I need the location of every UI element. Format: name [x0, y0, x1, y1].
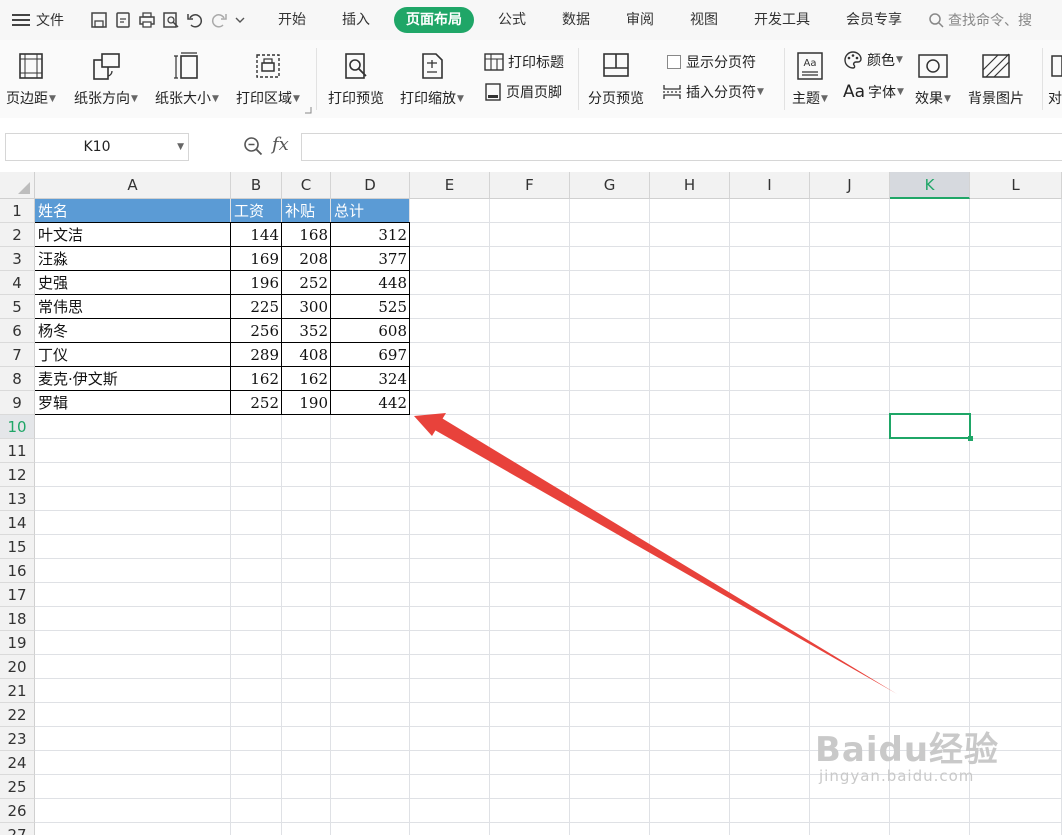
ribbon-separator — [578, 48, 579, 110]
page-break-preview-icon — [603, 53, 629, 77]
background-image-icon — [982, 53, 1010, 78]
name-box-value: K10 — [83, 139, 111, 155]
print-titles-label: 打印标题 — [508, 55, 564, 71]
menu-bar: 文件 开始 插入 页面布局 公式 数据 审阅 视图 开发工具 会员专享 查找命令、搜 — [0, 0, 1062, 40]
page-break-preview-button[interactable]: 分页预览 — [588, 46, 644, 108]
print-icon[interactable] — [138, 11, 156, 29]
margins-button[interactable]: 页边距▼ — [6, 46, 56, 108]
file-menu-label: 文件 — [36, 13, 64, 29]
effects-label: 效果 — [915, 91, 943, 107]
theme-icon: Aa — [797, 52, 823, 80]
tab-2[interactable]: 页面布局 — [394, 7, 474, 33]
tab-8[interactable]: 会员专享 — [834, 7, 914, 33]
align-button[interactable]: 对 — [1048, 46, 1062, 108]
orientation-label: 纸张方向 — [74, 91, 130, 107]
command-search-label: 查找命令、搜 — [948, 13, 1032, 29]
insert-page-break-button[interactable]: 插入分页符 ▼ — [662, 82, 764, 102]
tab-0[interactable]: 开始 — [266, 7, 318, 33]
ribbon-tabs: 开始 插入 页面布局 公式 数据 审阅 视图 开发工具 会员专享 — [260, 7, 920, 33]
print-preview-button[interactable]: 打印预览 — [328, 46, 384, 108]
customize-toolbar-icon[interactable] — [234, 11, 246, 29]
orientation-button[interactable]: 纸张方向▼ — [74, 46, 138, 108]
insert-page-break-label: 插入分页符 — [686, 85, 756, 101]
name-box[interactable]: K10 ▼ — [5, 133, 189, 161]
tab-3[interactable]: 公式 — [486, 7, 538, 33]
fonts-button[interactable]: Aa 字体 ▼ — [843, 82, 904, 102]
print-preview-icon-large — [345, 53, 367, 79]
colors-label: 颜色 — [867, 53, 895, 69]
align-label: 对 — [1048, 91, 1062, 107]
palette-icon — [844, 51, 862, 69]
paper-size-button[interactable]: 纸张大小▼ — [155, 46, 219, 108]
undo-icon[interactable] — [186, 11, 204, 29]
header-footer-icon — [485, 83, 501, 101]
print-scale-label: 打印缩放 — [400, 91, 456, 107]
ribbon-separator — [784, 48, 785, 110]
margins-icon — [19, 53, 43, 79]
formula-bar: K10 ▼ fx — [0, 118, 1062, 172]
insert-function-button[interactable]: fx — [272, 134, 289, 155]
print-preview-label: 打印预览 — [328, 91, 384, 107]
theme-button[interactable]: Aa 主题▼ — [792, 46, 828, 108]
effects-button[interactable]: 效果▼ — [915, 46, 951, 108]
export-pdf-icon[interactable] — [114, 11, 132, 29]
tab-5[interactable]: 审阅 — [614, 7, 666, 33]
hamburger-icon — [12, 13, 30, 27]
print-area-label: 打印区域 — [236, 91, 292, 107]
show-page-breaks-checkbox[interactable]: 显示分页符 — [667, 52, 756, 72]
baidu-watermark: Baidu经验 jingyan.baidu.com — [815, 722, 999, 785]
orientation-icon — [93, 53, 120, 80]
ribbon-separator — [1042, 48, 1043, 110]
watermark-url: jingyan.baidu.com — [819, 767, 975, 785]
tab-1[interactable]: 插入 — [330, 7, 382, 33]
print-titles-icon — [484, 53, 504, 71]
ribbon-separator — [316, 48, 317, 110]
print-preview-icon[interactable] — [162, 11, 180, 29]
quick-access-toolbar — [90, 11, 246, 29]
file-menu[interactable]: 文件 — [0, 10, 82, 30]
align-icon — [1051, 55, 1062, 77]
effects-icon — [918, 54, 948, 78]
print-area-icon — [256, 54, 280, 78]
command-search[interactable]: 查找命令、搜 — [928, 10, 1032, 30]
paper-size-icon — [173, 52, 198, 79]
tab-4[interactable]: 数据 — [550, 7, 602, 33]
chevron-down-icon[interactable]: ▼ — [177, 134, 184, 160]
fonts-icon: Aa — [843, 82, 866, 102]
colors-button[interactable]: 颜色 ▼ — [843, 50, 903, 70]
paper-size-label: 纸张大小 — [155, 91, 211, 107]
print-titles-button[interactable]: 打印标题 — [484, 52, 564, 72]
tab-7[interactable]: 开发工具 — [742, 7, 822, 33]
watermark-brand: Baidu经验 — [815, 730, 1000, 770]
redo-icon[interactable] — [210, 11, 228, 29]
header-footer-button[interactable]: 页眉页脚 — [484, 82, 562, 102]
theme-label: 主题 — [792, 91, 820, 107]
zoom-icon[interactable] — [243, 136, 263, 156]
formula-input[interactable] — [301, 133, 1062, 161]
background-image-label: 背景图片 — [968, 91, 1024, 107]
header-footer-label: 页眉页脚 — [506, 85, 562, 101]
show-page-breaks-label: 显示分页符 — [686, 55, 756, 71]
background-image-button[interactable]: 背景图片 — [968, 46, 1024, 108]
tab-6[interactable]: 视图 — [678, 7, 730, 33]
print-area-button[interactable]: 打印区域▼ — [236, 46, 300, 108]
ribbon-page-layout: 页边距▼ 纸张方向▼ 纸张大小▼ 打印区域▼ 打印预览 打印缩放▼ 打印标题 页… — [0, 40, 1062, 119]
print-scale-button[interactable]: 打印缩放▼ — [400, 46, 464, 108]
page-setup-launcher-icon[interactable] — [304, 106, 312, 114]
insert-page-break-icon — [663, 85, 681, 99]
fonts-label: 字体 — [868, 85, 897, 101]
search-icon — [929, 13, 944, 28]
margins-label: 页边距 — [6, 91, 48, 107]
print-scale-icon — [422, 53, 443, 79]
svg-text:Aa: Aa — [803, 58, 816, 69]
checkbox-box[interactable] — [667, 55, 681, 69]
arrow-shaft — [433, 417, 897, 694]
save-icon[interactable] — [90, 11, 108, 29]
page-break-preview-label: 分页预览 — [588, 91, 644, 107]
